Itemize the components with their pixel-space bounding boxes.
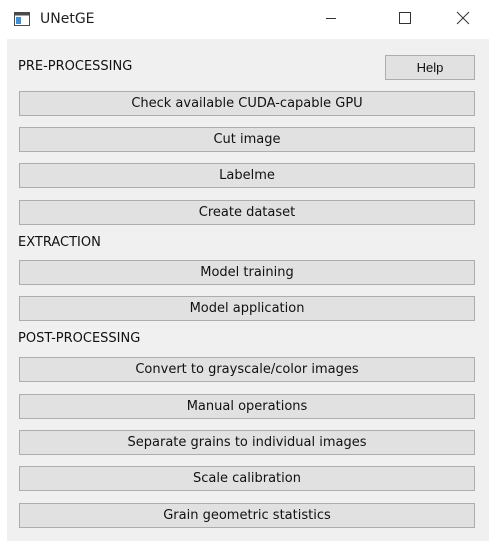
cut-image-button[interactable]: Cut image [19, 127, 475, 152]
app-window-icon [14, 11, 30, 26]
section-label-extraction: EXTRACTION [18, 235, 101, 250]
convert-grayscale-color-button[interactable]: Convert to grayscale/color images [19, 357, 475, 382]
close-button[interactable] [440, 0, 486, 36]
window-title: UNetGE [40, 11, 95, 27]
manual-operations-button[interactable]: Manual operations [19, 394, 475, 419]
minimize-icon [325, 12, 337, 24]
grain-geometric-statistics-button[interactable]: Grain geometric statistics [19, 503, 475, 528]
labelme-button[interactable]: Labelme [19, 163, 475, 188]
main-panel: PRE-PROCESSING Help Check available CUDA… [7, 39, 489, 541]
help-button[interactable]: Help [385, 55, 475, 80]
maximize-button[interactable] [382, 0, 428, 36]
separate-grains-button[interactable]: Separate grains to individual images [19, 430, 475, 455]
app-window: UNetGE PRE-PROCESSING Help Check availab… [0, 0, 496, 550]
section-label-pre-processing: PRE-PROCESSING [18, 59, 133, 74]
check-cuda-gpu-button[interactable]: Check available CUDA-capable GPU [19, 91, 475, 116]
model-application-button[interactable]: Model application [19, 296, 475, 321]
title-bar[interactable]: UNetGE [0, 0, 496, 38]
minimize-button[interactable] [308, 0, 354, 36]
create-dataset-button[interactable]: Create dataset [19, 200, 475, 225]
model-training-button[interactable]: Model training [19, 260, 475, 285]
section-label-post-processing: POST-PROCESSING [18, 331, 141, 346]
maximize-icon [399, 12, 411, 24]
close-icon [456, 11, 470, 25]
scale-calibration-button[interactable]: Scale calibration [19, 466, 475, 491]
